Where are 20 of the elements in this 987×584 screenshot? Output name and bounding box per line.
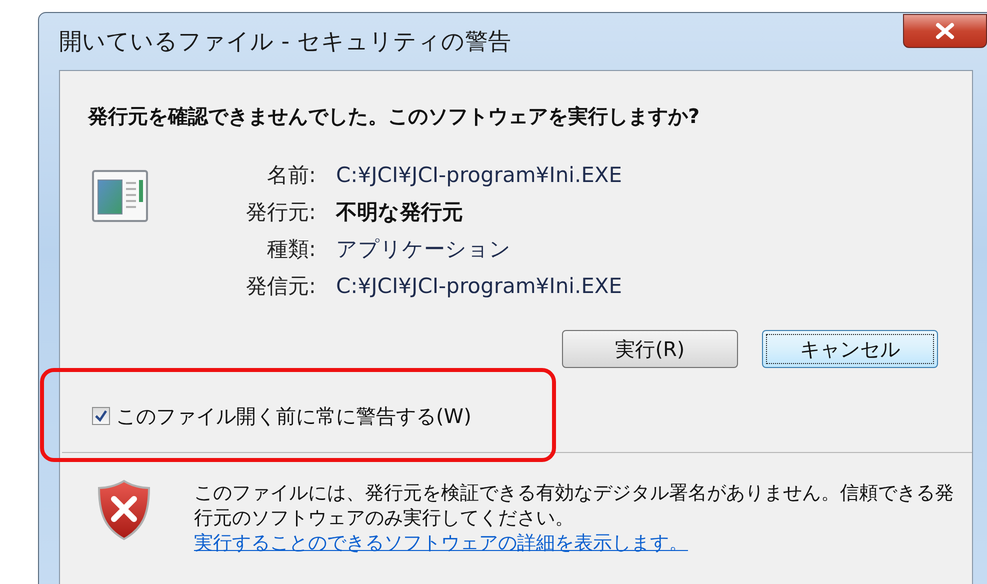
field-label: 発信元:	[244, 273, 316, 300]
close-icon	[934, 22, 956, 40]
field-label: 名前:	[266, 162, 316, 189]
field-value: 不明な発行元	[336, 199, 464, 226]
question-heading: 発行元を確認できませんでした。このソフトウェアを実行しますか?	[88, 103, 701, 130]
error-shield-icon	[96, 479, 152, 541]
field-label: 種類:	[266, 236, 316, 263]
field-label: 発行元:	[244, 199, 316, 226]
checkbox[interactable]	[92, 407, 110, 425]
field-value: アプリケーション	[336, 236, 512, 263]
field-value: C:¥JCI¥JCI-program¥Ini.EXE	[336, 162, 622, 189]
close-button[interactable]	[903, 14, 987, 48]
dialog-button[interactable]: 実行(R)	[562, 330, 738, 368]
checkbox-label[interactable]: このファイル開く前に常に警告する(W)	[116, 402, 472, 430]
warning-text: このファイルには、発行元を検証できる有効なデジタル署名がありません。信頼できる発行元のソフトウェアのみ実行してください。 実行することのできるソフトウェアの詳細を表示します。	[194, 481, 954, 556]
application-icon	[92, 170, 148, 222]
window-title: 開いているファイル - セキュリティの警告	[59, 28, 511, 57]
details-link[interactable]: 実行することのできるソフトウェアの詳細を表示します。	[194, 532, 688, 554]
dialog-button[interactable]: キャンセル	[762, 330, 938, 368]
field-value: C:¥JCI¥JCI-program¥Ini.EXE	[336, 273, 622, 300]
